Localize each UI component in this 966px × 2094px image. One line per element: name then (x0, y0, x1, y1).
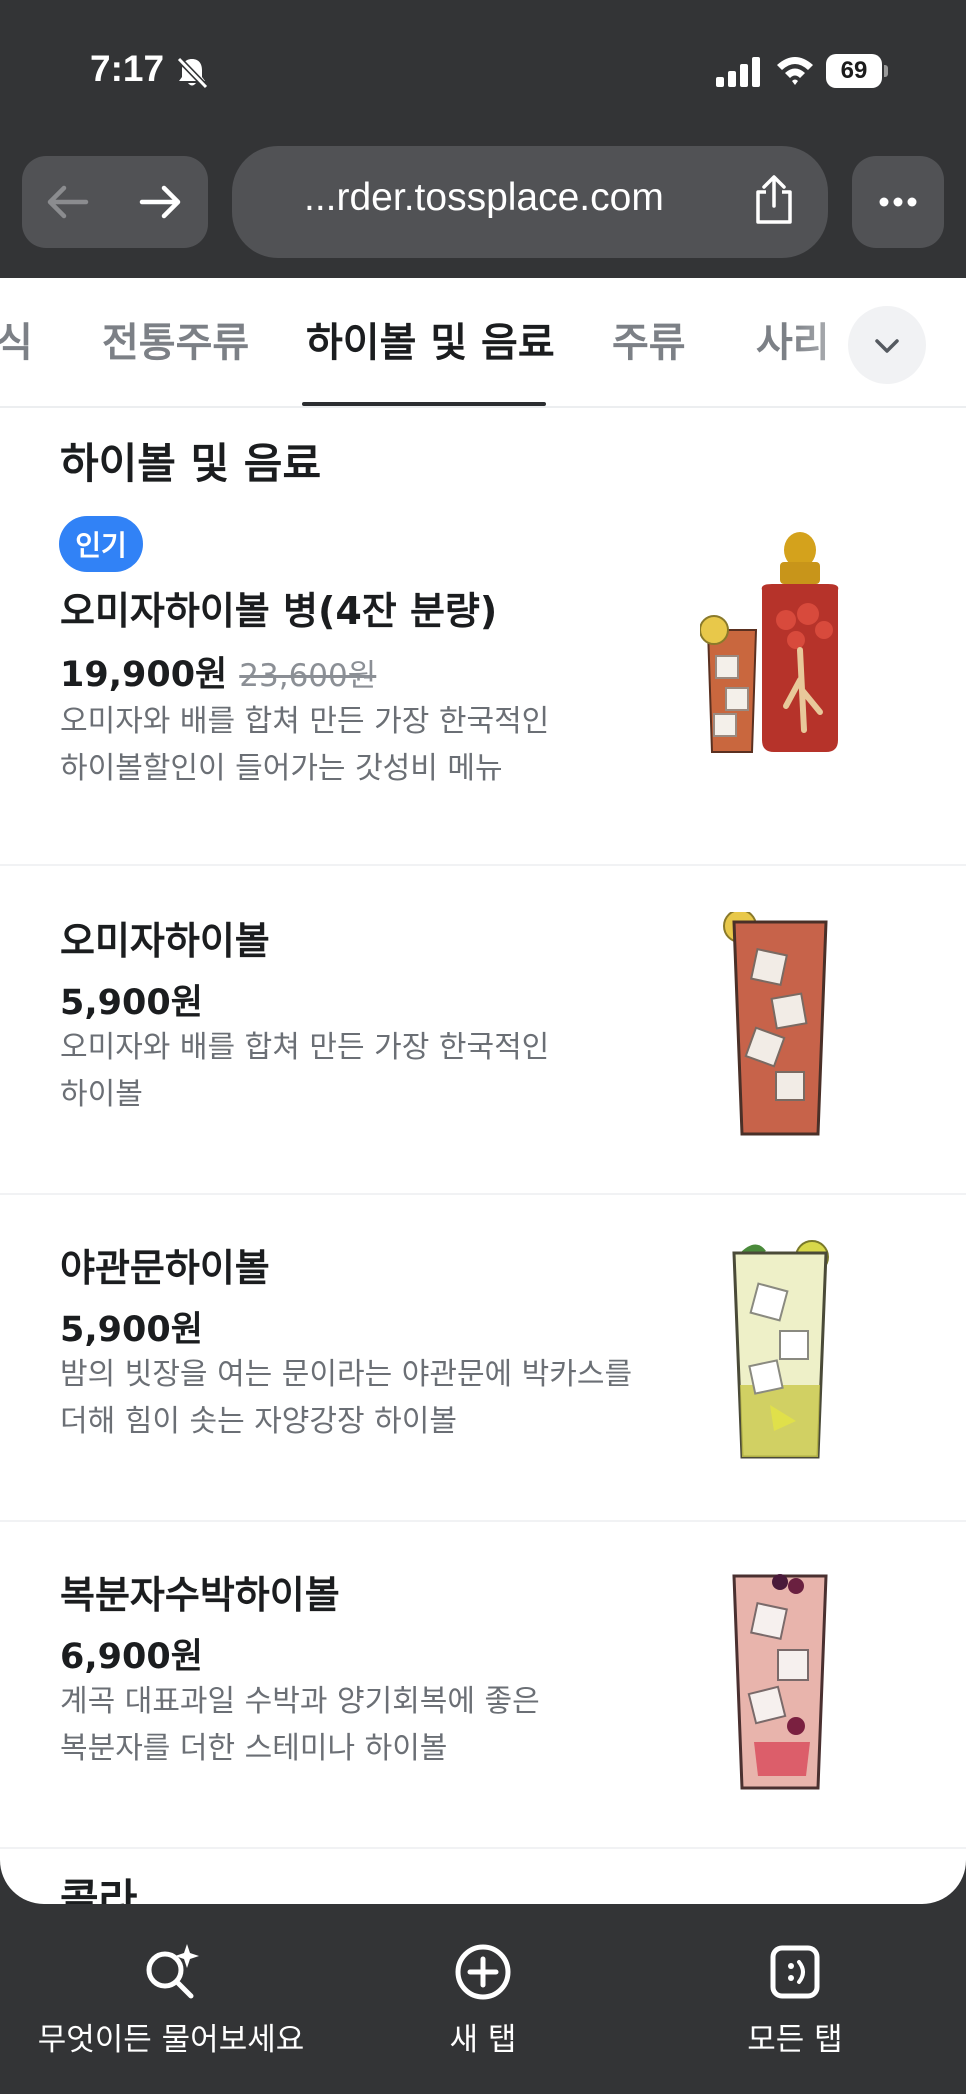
plus-circle-icon (455, 1944, 511, 2000)
popular-badge: 인기 (59, 516, 143, 572)
battery-level: 69 (840, 57, 868, 84)
cellular-signal-icon (716, 57, 760, 87)
all-tabs-button[interactable]: 모든 탭 (720, 1940, 870, 2059)
omija-highball-image (723, 912, 828, 1136)
tab-highball-drinks[interactable]: 하이볼 및 음료 (306, 310, 555, 368)
menu-item[interactable]: 인기 오미자하이볼 병(4잔 분량) 19,900원 23,600원 오미자와 배… (0, 516, 966, 866)
all-tabs-label: 모든 탭 (747, 2022, 843, 2058)
wifi-icon (777, 57, 813, 85)
expand-tabs-button[interactable] (848, 306, 926, 384)
item-original-price: 23,600원 (239, 658, 377, 694)
chevron-down-icon (875, 339, 899, 353)
category-tabs: 식 전통주류 하이볼 및 음료 주류 사리 (0, 278, 966, 408)
item-price: 5,900원 (60, 983, 203, 1023)
item-description: 밤의 빗장을 여는 문이라는 야관문에 박카스를 더해 힘이 솟는 자양강장 하이… (60, 1357, 633, 1439)
status-bar: 7:17 69 (0, 0, 966, 140)
item-price: 5,900원 (60, 1310, 203, 1350)
active-tab-indicator (302, 402, 546, 406)
item-description: 오미자와 배를 합쳐 만든 가장 한국적인 하이볼할인이 들어가는 갓성비 메뉴 (60, 704, 550, 786)
web-content: 식 전통주류 하이볼 및 음료 주류 사리 하이볼 및 음료 인기 오미자하이볼… (0, 278, 966, 1904)
yagwanmun-highball-image (732, 1240, 829, 1459)
tab-partial-left[interactable]: 식 (0, 310, 33, 368)
item-price: 19,900원 23,600원 (60, 655, 377, 695)
ask-anything-label: 무엇이든 물어보세요 (37, 2022, 305, 2058)
bokbunja-watermelon-highball-image (732, 1574, 828, 1790)
new-tab-button[interactable]: 새 탭 (410, 1940, 556, 2059)
url-text[interactable]: ...rder.tossplace.com (304, 176, 748, 220)
item-name: 야관문하이볼 (60, 1246, 270, 1290)
next-section-title: 콜라 (60, 1875, 138, 1904)
item-price: 6,900원 (60, 1637, 203, 1677)
ask-anything-button[interactable]: 무엇이든 물어보세요 (36, 1940, 306, 2059)
section-title: 하이볼 및 음료 (60, 439, 322, 488)
battery-icon: 69 (826, 54, 888, 88)
tab-traditional-liquor[interactable]: 전통주류 (102, 310, 249, 368)
menu-item[interactable]: 오미자하이볼 5,900원 오미자와 배를 합쳐 만든 가장 한국적인 하이볼 (0, 868, 966, 1195)
tab-liquor[interactable]: 주류 (612, 310, 686, 368)
back-arrow-icon[interactable] (42, 176, 94, 228)
bottom-toolbar: 무엇이든 물어보세요 새 탭 모든 탭 (0, 1904, 966, 2094)
tabs-icon (770, 1945, 820, 1999)
item-description: 계곡 대표과일 수박과 양기회복에 좋은 복분자를 더한 스테미나 하이볼 (60, 1684, 540, 1766)
forward-arrow-icon[interactable] (134, 176, 186, 228)
menu-item[interactable]: 복분자수박하이볼 6,900원 계곡 대표과일 수박과 양기회복에 좋은 복분자를… (0, 1522, 966, 1849)
item-description: 오미자와 배를 합쳐 만든 가장 한국적인 하이볼 (60, 1030, 550, 1112)
share-icon[interactable] (750, 174, 798, 226)
item-name: 복분자수박하이볼 (60, 1573, 340, 1617)
bell-slash-icon (176, 56, 209, 90)
omija-bottle-image (700, 532, 839, 753)
more-button[interactable] (852, 156, 944, 248)
item-name: 오미자하이볼 병(4잔 분량) (60, 589, 498, 633)
history-nav (22, 156, 208, 248)
more-icon (879, 197, 917, 207)
new-tab-label: 새 탭 (449, 2022, 517, 2058)
search-sparkle-icon (146, 1944, 199, 1999)
address-bar[interactable]: ...rder.tossplace.com (232, 146, 828, 258)
status-time: 7:17 (90, 48, 165, 89)
item-name: 오미자하이볼 (60, 919, 270, 963)
menu-item[interactable]: 야관문하이볼 5,900원 밤의 빗장을 여는 문이라는 야관문에 박카스를 더해… (0, 1195, 966, 1522)
